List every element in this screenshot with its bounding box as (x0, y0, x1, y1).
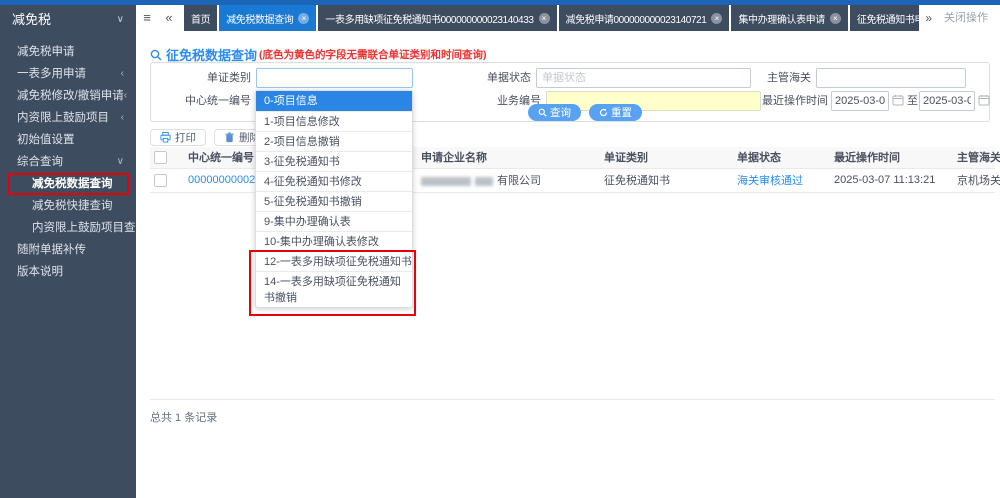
close-tab-icon[interactable]: × (298, 13, 309, 24)
sidebar-menu: 减免税申请 一表多用申请‹ 减免税修改/撤销申请‹ 内资限上鼓励项目‹ 初始值设… (0, 35, 136, 283)
sidebar-item-guli-xiangmu-chaxun[interactable]: 内资限上鼓励项目查询 (0, 217, 136, 239)
redacted-text (475, 177, 493, 186)
sidebar-item-kuaijie-chaxun[interactable]: 减免税快捷查询 (0, 195, 136, 217)
tabs-strip: 首页 减免税数据查询× 一表多用缺项征免税通知书0000000000231404… (184, 5, 919, 31)
calendar-icon[interactable] (978, 94, 990, 106)
doc-status-input[interactable] (536, 68, 751, 88)
chevron-left-icon: ‹ (124, 85, 127, 107)
sidebar-title[interactable]: 减免税 ∨ (0, 5, 136, 35)
grid-toolbar: 打印 删除 (150, 129, 270, 146)
sidebar: 减免税 ∨ 减免税申请 一表多用申请‹ 减免税修改/撤销申请‹ 内资限上鼓励项目… (0, 5, 136, 498)
main-area: ≡ « 首页 减免税数据查询× 一表多用缺项征免税通知书000000000023… (136, 5, 1000, 498)
sidebar-item-chushizhi-shezhi[interactable]: 初始值设置 (0, 129, 136, 151)
col-op-time: 最近操作时间 (830, 147, 953, 168)
tab-notice-apply[interactable]: 征免税通知书申请× (850, 5, 919, 31)
tab-notice-433[interactable]: 一表多用缺项征免税通知书000000000023140433× (318, 5, 556, 31)
hamburger-icon[interactable]: ≡ (136, 5, 158, 31)
dropdown-option-2[interactable]: 2-项目信息撤销 (256, 131, 412, 151)
customs-input[interactable] (816, 68, 966, 88)
search-icon (150, 49, 162, 61)
collapse-tabs-left-icon[interactable]: « (158, 5, 180, 31)
dropdown-option-9[interactable]: 9-集中办理确认表 (256, 211, 412, 231)
company-cell: 有限公司 (417, 168, 600, 192)
status-link[interactable]: 海关审核通过 (737, 175, 803, 187)
doc-status-label: 单据状态 (451, 68, 531, 88)
record-count: 总共 1 条记录 (150, 409, 217, 425)
close-tab-icon[interactable]: × (711, 13, 722, 24)
tab-bar: ≡ « 首页 减免税数据查询× 一表多用缺项征免税通知书000000000023… (136, 5, 1000, 31)
sidebar-item-xiugai-chexiao[interactable]: 减免税修改/撤销申请‹ (0, 85, 136, 107)
sidebar-item-neizi-xianshang[interactable]: 内资限上鼓励项目‹ (0, 107, 136, 129)
tab-apply-721[interactable]: 减免税申请000000000023140721× (559, 5, 730, 31)
print-button[interactable]: 打印 (150, 129, 206, 146)
close-operations-menu[interactable]: 关闭操作 (938, 5, 1000, 31)
trash-icon (224, 132, 235, 143)
tab-data-query[interactable]: 减免税数据查询× (219, 5, 316, 31)
doc-type-dropdown: 0-项目信息 1-项目信息修改 2-项目信息撤销 3-征免税通知书 4-征免税通… (255, 90, 413, 308)
dropdown-option-5[interactable]: 5-征免税通知书撤销 (256, 191, 412, 211)
sidebar-item-jianmianshui-shenqing[interactable]: 减免税申请 (0, 41, 136, 63)
chevron-down-icon: ∨ (117, 151, 124, 173)
customs-label: 主管海关 (741, 68, 811, 88)
op-time-label: 最近操作时间 (749, 91, 828, 111)
calendar-icon[interactable] (892, 94, 904, 106)
search-button[interactable]: 查询 (528, 104, 581, 121)
date-from-input[interactable] (831, 91, 889, 111)
dropdown-option-4[interactable]: 4-征免税通知书修改 (256, 171, 412, 191)
form-buttons: 查询 重置 (528, 104, 642, 121)
customs-cell: 京机场关 (953, 168, 995, 192)
sidebar-item-yibiaoduoyong-shenqing[interactable]: 一表多用申请‹ (0, 63, 136, 85)
sidebar-title-label: 减免税 (12, 5, 51, 35)
sidebar-item-banben-shuoming[interactable]: 版本说明 (0, 261, 136, 283)
col-company: 申请企业名称 (417, 147, 600, 168)
dropdown-option-0[interactable]: 0-项目信息 (256, 91, 412, 111)
op-time-cell: 2025-03-07 11:13:21 (830, 168, 953, 192)
select-all-checkbox[interactable] (154, 151, 167, 164)
sidebar-item-shuju-chaxun[interactable]: 减免税数据查询 (0, 173, 136, 195)
chevron-left-icon: ‹ (121, 63, 124, 85)
chevron-left-icon: ‹ (121, 107, 124, 129)
center-no-label: 中心统一编号 (151, 91, 251, 111)
reset-icon (599, 108, 608, 117)
doc-type-select[interactable] (256, 68, 413, 88)
doc-type-label: 单证类别 (151, 68, 251, 88)
grid-bottom-divider (150, 399, 995, 400)
doc-type-cell: 征免税通知书 (600, 168, 733, 192)
col-doc-type: 单证类别 (600, 147, 733, 168)
date-to-input[interactable] (919, 91, 975, 111)
dropdown-option-12[interactable]: 12-一表多用缺项征免税通知书 (256, 251, 412, 271)
printer-icon (160, 132, 171, 143)
app-window: 减免税 ∨ 减免税申请 一表多用申请‹ 减免税修改/撤销申请‹ 内资限上鼓励项目… (0, 0, 1000, 498)
dropdown-option-3[interactable]: 3-征免税通知书 (256, 151, 412, 171)
col-status: 单据状态 (733, 147, 830, 168)
dropdown-option-1[interactable]: 1-项目信息修改 (256, 111, 412, 131)
sidebar-item-suifu-danju[interactable]: 随附单据补传 (0, 239, 136, 261)
tab-confirm-form[interactable]: 集中办理确认表申请× (731, 5, 847, 31)
tab-home[interactable]: 首页 (184, 5, 217, 31)
search-icon (538, 108, 547, 117)
col-customs: 主管海关 (953, 147, 995, 168)
redacted-text (421, 177, 471, 186)
date-separator: 至 (907, 91, 918, 111)
close-tab-icon[interactable]: × (539, 13, 550, 24)
page-title-note: (底色为黄色的字段无需联合单证类别和时间查询) (259, 47, 487, 62)
reset-button[interactable]: 重置 (589, 104, 642, 121)
sidebar-item-zonghe-chaxun[interactable]: 综合查询∨ (0, 151, 136, 173)
chevron-down-icon: ∨ (117, 5, 124, 35)
dropdown-option-14[interactable]: 14-一表多用缺项征免税通知书撤销 (256, 271, 412, 307)
close-tab-icon[interactable]: × (830, 13, 841, 24)
overflow-tabs-right-icon[interactable]: » (919, 5, 938, 31)
dropdown-option-10[interactable]: 10-集中办理确认表修改 (256, 231, 412, 251)
row-checkbox[interactable] (154, 174, 167, 187)
